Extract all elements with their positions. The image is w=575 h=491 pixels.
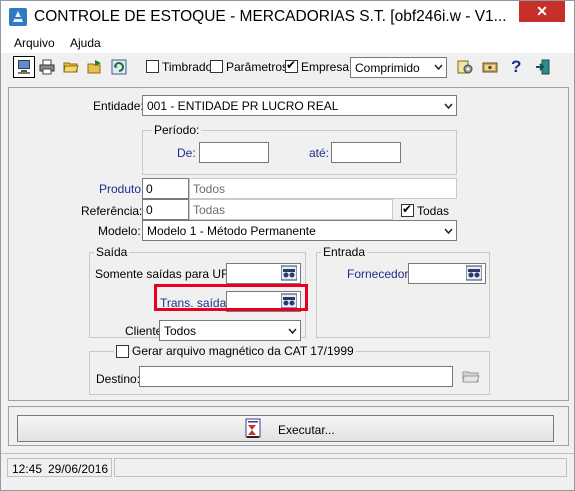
parametros-checkbox[interactable] — [210, 60, 223, 73]
folder-icon — [462, 371, 480, 383]
export-folder-icon — [87, 60, 101, 74]
produto-description: Todos — [189, 178, 457, 199]
de-label: De: — [177, 146, 196, 160]
binoculars-icon[interactable] — [465, 264, 485, 282]
status-date: 29/06/2016 — [48, 462, 109, 476]
hourglass-icon — [244, 418, 266, 443]
destino-label: Destino: — [96, 372, 141, 386]
cat-title: Gerar arquivo magnético da CAT 17/1999 — [132, 344, 354, 358]
entidade-select-value: 001 - ENTIDADE PR LUCRO REAL — [147, 99, 339, 113]
action-panel: Executar... — [8, 406, 569, 446]
binoculars-icon[interactable] — [280, 264, 300, 282]
produto-label: Produto: — [99, 182, 145, 196]
printer-icon — [39, 59, 55, 75]
produto-code-value: 0 — [146, 182, 153, 196]
status-time: 12:45 — [12, 462, 43, 476]
saida-title: Saída — [94, 245, 130, 259]
fornecedor-label: Fornecedor: — [347, 267, 412, 281]
modelo-label: Modelo: — [98, 224, 141, 238]
checkmark-icon: ✔ — [286, 58, 297, 72]
app-window: CONTROLE DE ESTOQUE - MERCADORIAS S.T. [… — [0, 0, 575, 491]
close-icon: ✕ — [536, 3, 548, 19]
status-bar: 12:45 29/06/2016 — [1, 453, 574, 480]
toolbar: Timbrado Parâmetros ✔ Empresa Comprimido — [8, 54, 569, 82]
export-button[interactable] — [84, 56, 106, 78]
uf-label: Somente saídas para UF: — [95, 267, 232, 281]
format-select[interactable]: Comprimido — [350, 57, 447, 78]
format-select-value: Comprimido — [355, 61, 420, 75]
destino-input[interactable] — [139, 366, 453, 387]
ate-label: até: — [309, 146, 330, 160]
cat-group: Gerar arquivo magnético da CAT 17/1999 D… — [89, 344, 490, 395]
timbrado-label: Timbrado — [162, 60, 213, 74]
open-folder-icon — [63, 62, 79, 73]
close-button[interactable]: ✕ — [519, 1, 565, 22]
destino-browse-button[interactable] — [461, 367, 483, 385]
refresh-icon — [111, 59, 127, 75]
menu-arquivo[interactable]: Arquivo — [14, 36, 55, 50]
trans-saida-highlight — [154, 284, 308, 311]
exit-button[interactable] — [532, 56, 554, 78]
referencia-code-input[interactable]: 0 — [142, 199, 189, 220]
cliente-select[interactable]: Todos — [159, 320, 301, 341]
status-cell-message — [114, 458, 567, 477]
entidade-select[interactable]: 001 - ENTIDADE PR LUCRO REAL — [142, 95, 457, 116]
open-button[interactable] — [60, 56, 82, 78]
executar-button[interactable]: Executar... — [17, 415, 554, 442]
referencia-label: Referência: — [81, 204, 143, 218]
help-icon: ? — [511, 57, 522, 76]
menu-bar: Arquivo Ajuda — [1, 33, 574, 53]
cash-icon — [482, 62, 498, 73]
title-bar: CONTROLE DE ESTOQUE - MERCADORIAS S.T. [… — [1, 1, 574, 33]
referencia-code-value: 0 — [146, 203, 153, 217]
modelo-select-value: Modelo 1 - Método Permanente — [147, 224, 316, 238]
timbrado-checkbox[interactable] — [146, 60, 159, 73]
modelo-select[interactable]: Modelo 1 - Método Permanente — [142, 220, 457, 241]
todas-checkbox[interactable]: ✔ — [401, 202, 414, 217]
filter-panel: Entidade: 001 - ENTIDADE PR LUCRO REAL P… — [8, 87, 569, 401]
periodo-group: Período: De: até: — [142, 123, 457, 175]
menu-ajuda[interactable]: Ajuda — [70, 36, 101, 50]
de-date-input[interactable] — [199, 142, 269, 163]
fornecedor-input[interactable] — [408, 263, 486, 284]
produto-code-input[interactable]: 0 — [142, 178, 189, 199]
settings-button[interactable] — [454, 56, 476, 78]
empresa-label: Empresa — [301, 60, 350, 74]
entidade-label: Entidade: — [93, 99, 144, 113]
todas-label: Todas — [417, 204, 450, 218]
uf-input[interactable] — [226, 263, 301, 284]
exit-icon — [536, 59, 550, 75]
parametros-label: Parâmetros — [226, 60, 289, 74]
periodo-title: Período: — [152, 123, 202, 137]
cat-checkbox[interactable] — [116, 345, 129, 358]
status-cell-datetime: 12:45 29/06/2016 — [7, 458, 112, 477]
monitor-icon — [18, 60, 30, 74]
cat-title-wrap: Gerar arquivo magnético da CAT 17/1999 — [114, 344, 356, 358]
entrada-group: Entrada Fornecedor: — [316, 245, 490, 338]
produto-description-value: Todos — [193, 182, 226, 196]
entrada-title: Entrada — [321, 245, 368, 259]
referencia-description-value: Todas — [193, 203, 226, 217]
monitor-button[interactable] — [13, 56, 35, 78]
ate-date-input[interactable] — [331, 142, 401, 163]
help-button[interactable]: ? — [505, 56, 527, 78]
cash-button[interactable] — [479, 56, 501, 78]
settings-icon — [457, 60, 473, 74]
checkmark-icon: ✔ — [402, 202, 413, 216]
app-logo-icon — [8, 7, 28, 27]
print-button[interactable] — [36, 56, 58, 78]
referencia-description: Todas — [189, 199, 393, 220]
cliente-select-value: Todos — [164, 324, 197, 338]
executar-label: Executar... — [278, 423, 335, 437]
window-title: CONTROLE DE ESTOQUE - MERCADORIAS S.T. [… — [34, 8, 507, 25]
refresh-button[interactable] — [108, 56, 130, 78]
empresa-checkbox[interactable]: ✔ — [285, 58, 298, 73]
